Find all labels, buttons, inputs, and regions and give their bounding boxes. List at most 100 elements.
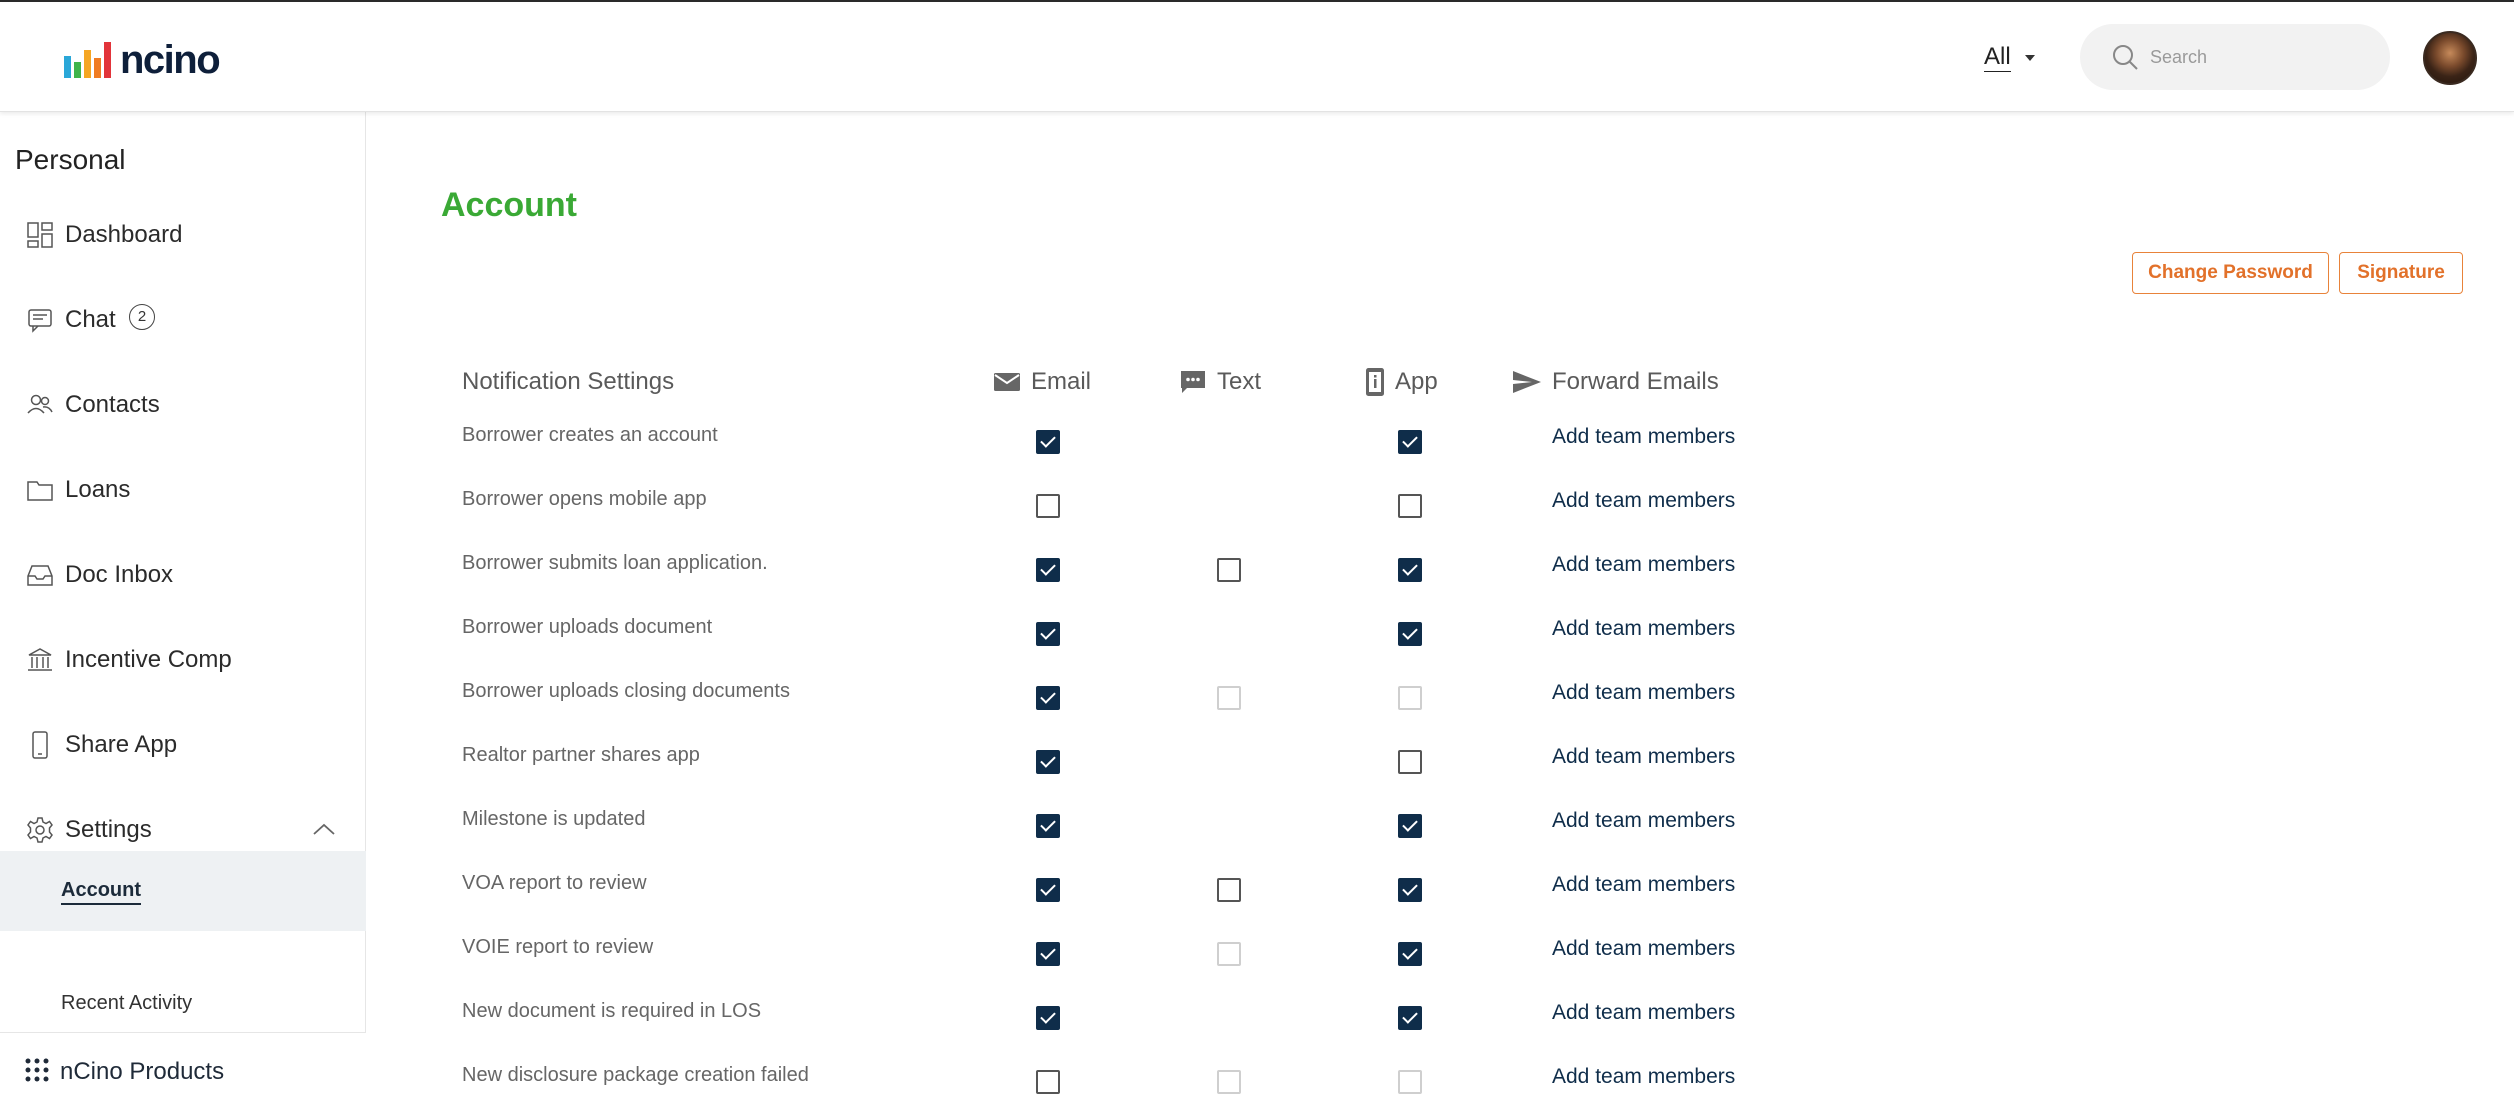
sidebar: Personal Dashboard Chat 2 Contacts Loans… [0, 112, 366, 1109]
app-checkbox[interactable] [1398, 558, 1422, 582]
app-checkbox[interactable] [1398, 622, 1422, 646]
add-team-members-link[interactable]: Add team members [1552, 489, 1735, 513]
notification-label: Milestone is updated [462, 808, 646, 830]
app-checkbox[interactable] [1398, 814, 1422, 838]
folder-icon [25, 475, 55, 505]
forward-emails-column-header: Forward Emails [1512, 362, 1719, 402]
main-content: Account Change Password Signature Notifi… [367, 112, 2514, 1109]
add-team-members-link[interactable]: Add team members [1552, 937, 1735, 961]
bank-icon [25, 645, 55, 675]
notification-label: Borrower submits loan application. [462, 552, 768, 574]
sidebar-item-share-app[interactable]: Share App [0, 715, 366, 775]
app-checkbox [1398, 686, 1422, 710]
add-team-members-link[interactable]: Add team members [1552, 873, 1735, 897]
header-label: Forward Emails [1552, 368, 1719, 395]
add-team-members-link[interactable]: Add team members [1552, 553, 1735, 577]
email-checkbox[interactable] [1036, 750, 1060, 774]
header-label: Text [1217, 368, 1262, 395]
app-checkbox[interactable] [1398, 878, 1422, 902]
table-row: Borrower creates an account Add team memb… [367, 412, 2514, 476]
sidebar-subitem-label: Account [61, 877, 141, 905]
sidebar-item-dashboard[interactable]: Dashboard [0, 205, 366, 265]
sidebar-item-label: Contacts [65, 391, 160, 418]
sidebar-item-contacts[interactable]: Contacts [0, 375, 366, 435]
sidebar-item-label: Incentive Comp [65, 646, 232, 673]
gear-icon [25, 815, 55, 845]
chevron-up-icon[interactable] [312, 822, 336, 841]
sidebar-item-incentive-comp[interactable]: Incentive Comp [0, 630, 366, 690]
email-checkbox[interactable] [1036, 558, 1060, 582]
email-column-header: Email [993, 362, 1091, 402]
phone-icon [25, 730, 55, 760]
email-checkbox[interactable] [1036, 494, 1060, 518]
notification-label: VOIE report to review [462, 936, 654, 958]
search-input[interactable] [2150, 46, 2350, 68]
table-row: Realtor partner shares app Add team membe… [367, 732, 2514, 796]
app-checkbox[interactable] [1398, 494, 1422, 518]
chat-icon [25, 305, 55, 335]
add-team-members-link[interactable]: Add team members [1552, 681, 1735, 705]
scope-dropdown[interactable]: All [1984, 44, 2035, 72]
add-team-members-link[interactable]: Add team members [1552, 617, 1735, 641]
mobile-info-icon [1365, 367, 1385, 397]
sidebar-item-doc-inbox[interactable]: Doc Inbox [0, 545, 366, 605]
sidebar-section-title: Personal [15, 144, 126, 175]
app-column-header: App [1365, 362, 1438, 402]
ncino-products-label: nCino Products [60, 1058, 225, 1085]
text-checkbox [1217, 1070, 1241, 1094]
search-box[interactable] [2080, 24, 2390, 90]
top-header: ncino All [0, 4, 2514, 112]
sidebar-item-chat[interactable]: Chat 2 [0, 290, 366, 350]
text-checkbox[interactable] [1217, 558, 1241, 582]
chat-count-badge: 2 [129, 304, 155, 330]
email-checkbox[interactable] [1036, 878, 1060, 902]
table-row: Borrower uploads closing documents Add te… [367, 668, 2514, 732]
user-avatar[interactable] [2423, 31, 2477, 85]
dashboard-icon [25, 220, 55, 250]
notification-label: Borrower opens mobile app [462, 488, 707, 510]
scope-label: All [1984, 43, 2011, 72]
add-team-members-link[interactable]: Add team members [1552, 1001, 1735, 1025]
notification-settings-header: Notification Settings [462, 362, 674, 402]
signature-button[interactable]: Signature [2339, 252, 2463, 294]
notification-label: Realtor partner shares app [462, 744, 700, 766]
sidebar-subitem-account[interactable]: Account [0, 851, 366, 931]
header-label: App [1395, 368, 1438, 395]
text-checkbox [1217, 686, 1241, 710]
change-password-button[interactable]: Change Password [2132, 252, 2329, 294]
add-team-members-link[interactable]: Add team members [1552, 745, 1735, 769]
inbox-icon [25, 560, 55, 590]
email-checkbox[interactable] [1036, 1070, 1060, 1094]
table-row: Milestone is updated Add team members [367, 796, 2514, 860]
header-label: Notification Settings [462, 368, 675, 395]
email-checkbox[interactable] [1036, 942, 1060, 966]
text-checkbox[interactable] [1217, 878, 1241, 902]
email-checkbox[interactable] [1036, 686, 1060, 710]
table-row: Borrower uploads document Add team member… [367, 604, 2514, 668]
sidebar-item-loans[interactable]: Loans [0, 460, 366, 520]
sidebar-subitem-recent-activity[interactable]: Recent Activity [61, 992, 192, 1015]
add-team-members-link[interactable]: Add team members [1552, 425, 1735, 449]
sidebar-item-label: Settings [65, 816, 152, 843]
add-team-members-link[interactable]: Add team members [1552, 1065, 1735, 1089]
notification-label: VOA report to review [462, 872, 647, 894]
email-checkbox[interactable] [1036, 622, 1060, 646]
send-icon [1512, 369, 1542, 395]
search-icon [2113, 45, 2138, 70]
table-row: VOA report to review Add team members [367, 860, 2514, 924]
sidebar-subitem-label: Recent Activity [61, 992, 193, 1014]
email-checkbox[interactable] [1036, 430, 1060, 454]
app-checkbox[interactable] [1398, 750, 1422, 774]
app-checkbox[interactable] [1398, 1006, 1422, 1030]
email-checkbox[interactable] [1036, 814, 1060, 838]
add-team-members-link[interactable]: Add team members [1552, 809, 1735, 833]
ncino-products-menu[interactable]: nCino Products [0, 1032, 366, 1109]
table-row: New disclosure package creation failed Ad… [367, 1052, 2514, 1109]
email-checkbox[interactable] [1036, 1006, 1060, 1030]
app-checkbox[interactable] [1398, 430, 1422, 454]
app-checkbox[interactable] [1398, 942, 1422, 966]
ncino-logo[interactable]: ncino [62, 36, 221, 80]
notification-label: New disclosure package creation failed [462, 1064, 809, 1086]
sidebar-item-label: Share App [65, 731, 178, 758]
sidebar-item-label: Doc Inbox [65, 561, 174, 588]
